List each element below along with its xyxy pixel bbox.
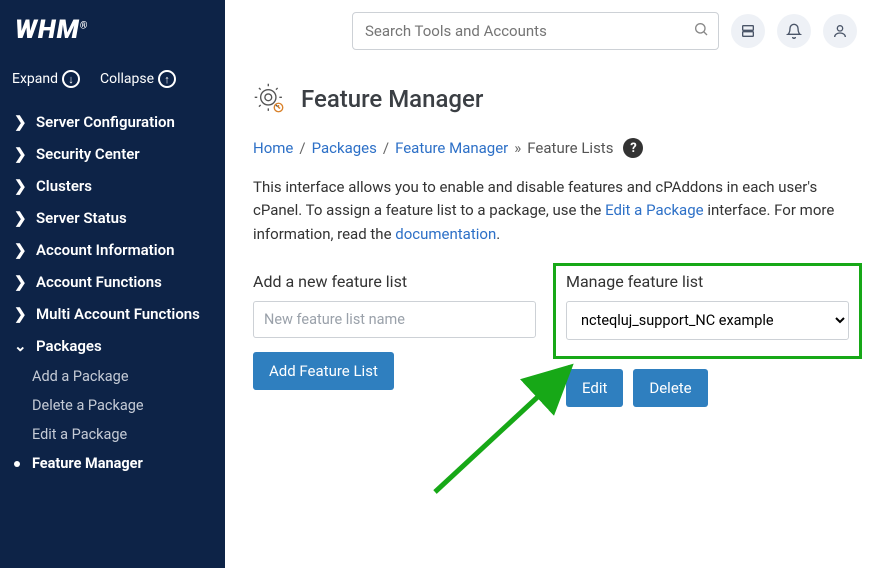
- chevron-right-icon: ❯: [14, 305, 26, 323]
- breadcrumb-home[interactable]: Home: [253, 139, 293, 157]
- help-icon[interactable]: ?: [623, 138, 643, 158]
- breadcrumb-feature-manager[interactable]: Feature Manager: [395, 139, 508, 157]
- sidebar: WHM® Expand↓ Collapse↑ ❯Server Configura…: [0, 0, 225, 568]
- server-icon[interactable]: [731, 14, 765, 48]
- nav-server-configuration[interactable]: ❯Server Configuration: [0, 106, 225, 138]
- breadcrumb: Home / Packages / Feature Manager » Feat…: [253, 138, 849, 158]
- arrow-down-icon: ↓: [62, 70, 80, 88]
- breadcrumb-packages[interactable]: Packages: [312, 139, 377, 157]
- nav-packages[interactable]: ⌄Packages: [0, 330, 225, 362]
- nav-security-center[interactable]: ❯Security Center: [0, 138, 225, 170]
- search-input[interactable]: [352, 12, 719, 50]
- nav-account-functions[interactable]: ❯Account Functions: [0, 266, 225, 298]
- chevron-right-icon: ❯: [14, 113, 26, 131]
- description: This interface allows you to enable and …: [253, 176, 849, 246]
- logo: WHM®: [0, 15, 225, 60]
- chevron-right-icon: ❯: [14, 145, 26, 163]
- arrow-up-icon: ↑: [158, 70, 176, 88]
- manage-feature-list-label: Manage feature list: [566, 272, 849, 291]
- main: Feature Manager Home / Packages / Featur…: [225, 0, 877, 568]
- add-feature-list-button[interactable]: Add Feature List: [253, 352, 394, 390]
- edit-package-link[interactable]: Edit a Package: [605, 201, 704, 219]
- highlight-annotation: Manage feature list ncteqluj_support_NC …: [553, 263, 862, 359]
- page-title: Feature Manager: [301, 85, 483, 113]
- nav-multi-account-functions[interactable]: ❯Multi Account Functions: [0, 298, 225, 330]
- topbar: [225, 0, 877, 62]
- nav-sub-edit-package[interactable]: Edit a Package: [0, 420, 225, 449]
- chevron-right-icon: ❯: [14, 177, 26, 195]
- nav-account-information[interactable]: ❯Account Information: [0, 234, 225, 266]
- gear-icon: [253, 82, 287, 116]
- manage-feature-list-select[interactable]: ncteqluj_support_NC example: [566, 301, 849, 340]
- nav-sub-add-package[interactable]: Add a Package: [0, 362, 225, 391]
- delete-button[interactable]: Delete: [633, 369, 707, 407]
- add-feature-list-label: Add a new feature list: [253, 272, 536, 291]
- chevron-right-icon: ❯: [14, 241, 26, 259]
- chevron-right-icon: ❯: [14, 273, 26, 291]
- search-icon: [693, 21, 709, 41]
- edit-button[interactable]: Edit: [566, 369, 623, 407]
- chevron-right-icon: ❯: [14, 209, 26, 227]
- breadcrumb-current: Feature Lists: [527, 139, 613, 157]
- nav-clusters[interactable]: ❯Clusters: [0, 170, 225, 202]
- collapse-button[interactable]: Collapse↑: [100, 70, 176, 88]
- new-feature-list-input[interactable]: [253, 301, 536, 338]
- user-icon[interactable]: [823, 14, 857, 48]
- nav-sub-delete-package[interactable]: Delete a Package: [0, 391, 225, 420]
- bell-icon[interactable]: [777, 14, 811, 48]
- documentation-link[interactable]: documentation: [395, 225, 496, 243]
- nav-server-status[interactable]: ❯Server Status: [0, 202, 225, 234]
- expand-button[interactable]: Expand↓: [12, 70, 80, 88]
- chevron-down-icon: ⌄: [14, 337, 26, 355]
- nav-sub-feature-manager[interactable]: Feature Manager: [0, 449, 225, 478]
